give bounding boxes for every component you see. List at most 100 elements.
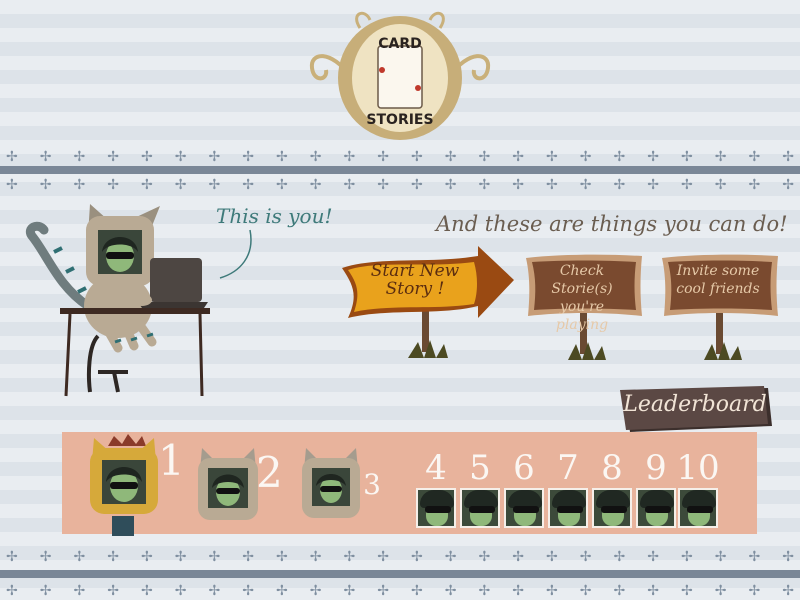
ornament-icon: ✢ [242, 549, 254, 565]
ornament-icon: ✢ [309, 149, 322, 165]
rank-6-number: 6 [513, 448, 535, 488]
ornament-icon: ✢ [377, 149, 389, 165]
ornament-icon: ✢ [782, 549, 794, 565]
ornament-icon: ✢ [276, 177, 288, 193]
ornament-icon: ✢ [141, 177, 153, 193]
ornament-icon: ✢ [309, 549, 322, 565]
rank-8-avatar[interactable] [592, 488, 632, 528]
ornament-icon: ✢ [579, 583, 592, 599]
chair [87, 334, 128, 393]
ornament-row-top: ✢ ✢ ✢ ✢ ✢ ✢ ✢ ✢ ✢ ✢ ✢ ✢ ✢ ✢ ✢ ✢ ✢ ✢ ✢ ✢ ✢ ✢ ✢ ✢ [0, 150, 800, 164]
ornament-icon: ✢ [174, 149, 187, 165]
thumb-glasses [687, 506, 713, 513]
ornament-icon: ✢ [579, 177, 592, 193]
you-pointer-swirl [219, 229, 252, 279]
ornament-icon: ✢ [782, 583, 794, 599]
ornament-icon: ✢ [411, 583, 423, 599]
ornament-icon: ✢ [39, 549, 52, 565]
card-stories-logo[interactable]: CARD STORIES [300, 8, 500, 148]
ornament-icon: ✢ [782, 177, 794, 193]
rank-7-avatar[interactable] [548, 488, 588, 528]
rank-5-number: 5 [469, 448, 491, 488]
cat-at-desk-illustration [26, 204, 210, 397]
ornament-icon: ✢ [107, 177, 119, 193]
rank-9-avatar[interactable] [636, 488, 676, 528]
ornament-icon: ✢ [208, 583, 221, 599]
ornament-icon: ✢ [714, 583, 727, 599]
rank-8-number: 8 [601, 448, 623, 488]
cat-photo-glasses [320, 486, 342, 492]
ornament-icon: ✢ [613, 583, 626, 599]
ornament-icon: ✢ [377, 549, 389, 565]
ornament-icon: ✢ [714, 549, 727, 565]
rank-1-avatar[interactable] [84, 432, 164, 536]
ornament-icon: ✢ [174, 549, 187, 565]
ornament-icon: ✢ [579, 549, 592, 565]
ornament-icon: ✢ [242, 149, 254, 165]
rank-10-avatar[interactable] [678, 488, 718, 528]
ornament-icon: ✢ [647, 549, 659, 565]
rank-7-number: 7 [557, 448, 579, 488]
logo-card [377, 45, 423, 109]
cat-photo-glasses [216, 488, 240, 494]
ornament-icon: ✢ [681, 177, 693, 193]
invite-sign-face [668, 260, 772, 310]
ornament-icon: ✢ [276, 549, 288, 565]
ornament-icon: ✢ [141, 583, 153, 599]
ornament-icon: ✢ [478, 549, 491, 565]
laptop-screen [150, 258, 202, 302]
rank-6-avatar[interactable] [504, 488, 544, 528]
ornament-icon: ✢ [343, 149, 356, 165]
ornament-icon: ✢ [748, 583, 761, 599]
ornament-icon: ✢ [6, 549, 18, 565]
rank-4-number: 4 [425, 448, 447, 488]
start-new-story-button[interactable] [338, 246, 518, 362]
ornament-icon: ✢ [107, 149, 119, 165]
ornament-icon: ✢ [748, 149, 761, 165]
ornament-icon: ✢ [714, 149, 727, 165]
ornament-icon: ✢ [242, 177, 254, 193]
ornament-icon: ✢ [613, 549, 626, 565]
leaderboard-banner[interactable] [616, 386, 774, 434]
ornament-icon: ✢ [411, 149, 423, 165]
ornament-icon: ✢ [141, 149, 153, 165]
this-is-you-label: This is you! [216, 204, 333, 228]
ornament-icon: ✢ [73, 549, 86, 565]
ornament-icon: ✢ [546, 177, 558, 193]
ornament-icon: ✢ [411, 177, 423, 193]
rank-2-avatar[interactable] [192, 446, 264, 536]
ornament-icon: ✢ [208, 549, 221, 565]
ornament-row-bottom-2: ✢ ✢ ✢ ✢ ✢ ✢ ✢ ✢ ✢ ✢ ✢ ✢ ✢ ✢ ✢ ✢ ✢ ✢ ✢ ✢ ✢ ✢ ✢ ✢ [0, 584, 800, 598]
ornament-icon: ✢ [73, 149, 86, 165]
ornament-icon: ✢ [343, 583, 356, 599]
divider-top [0, 166, 800, 174]
ornament-icon: ✢ [546, 549, 558, 565]
ornament-icon: ✢ [6, 583, 18, 599]
rank-4-avatar[interactable] [416, 488, 456, 528]
ornament-icon: ✢ [6, 149, 18, 165]
ornament-icon: ✢ [174, 583, 187, 599]
ornament-icon: ✢ [343, 549, 356, 565]
ornament-icon: ✢ [546, 149, 558, 165]
ornament-icon: ✢ [107, 583, 119, 599]
ornament-icon: ✢ [411, 549, 423, 565]
ornament-icon: ✢ [478, 149, 491, 165]
ornament-row-top-2: ✢ ✢ ✢ ✢ ✢ ✢ ✢ ✢ ✢ ✢ ✢ ✢ ✢ ✢ ✢ ✢ ✢ ✢ ✢ ✢ ✢ ✢ ✢ ✢ [0, 178, 800, 192]
ornament-icon: ✢ [39, 583, 52, 599]
ornament-icon: ✢ [613, 149, 626, 165]
ornament-icon: ✢ [107, 549, 119, 565]
crown-icon [108, 434, 146, 446]
ornament-icon: ✢ [141, 549, 153, 565]
rank-9-number: 9 [645, 448, 667, 488]
rank-5-avatar[interactable] [460, 488, 500, 528]
ornament-icon: ✢ [512, 549, 524, 565]
things-you-can-do-label: And these are things you can do! [436, 212, 788, 236]
ornament-icon: ✢ [73, 177, 86, 193]
check-stories-button[interactable] [522, 250, 646, 362]
invite-friends-button[interactable] [658, 250, 782, 362]
desk-top [60, 308, 210, 314]
ornament-icon: ✢ [6, 177, 18, 193]
rank-10-number: 10 [676, 448, 720, 488]
ornament-icon: ✢ [444, 177, 457, 193]
ornament-icon: ✢ [647, 583, 659, 599]
